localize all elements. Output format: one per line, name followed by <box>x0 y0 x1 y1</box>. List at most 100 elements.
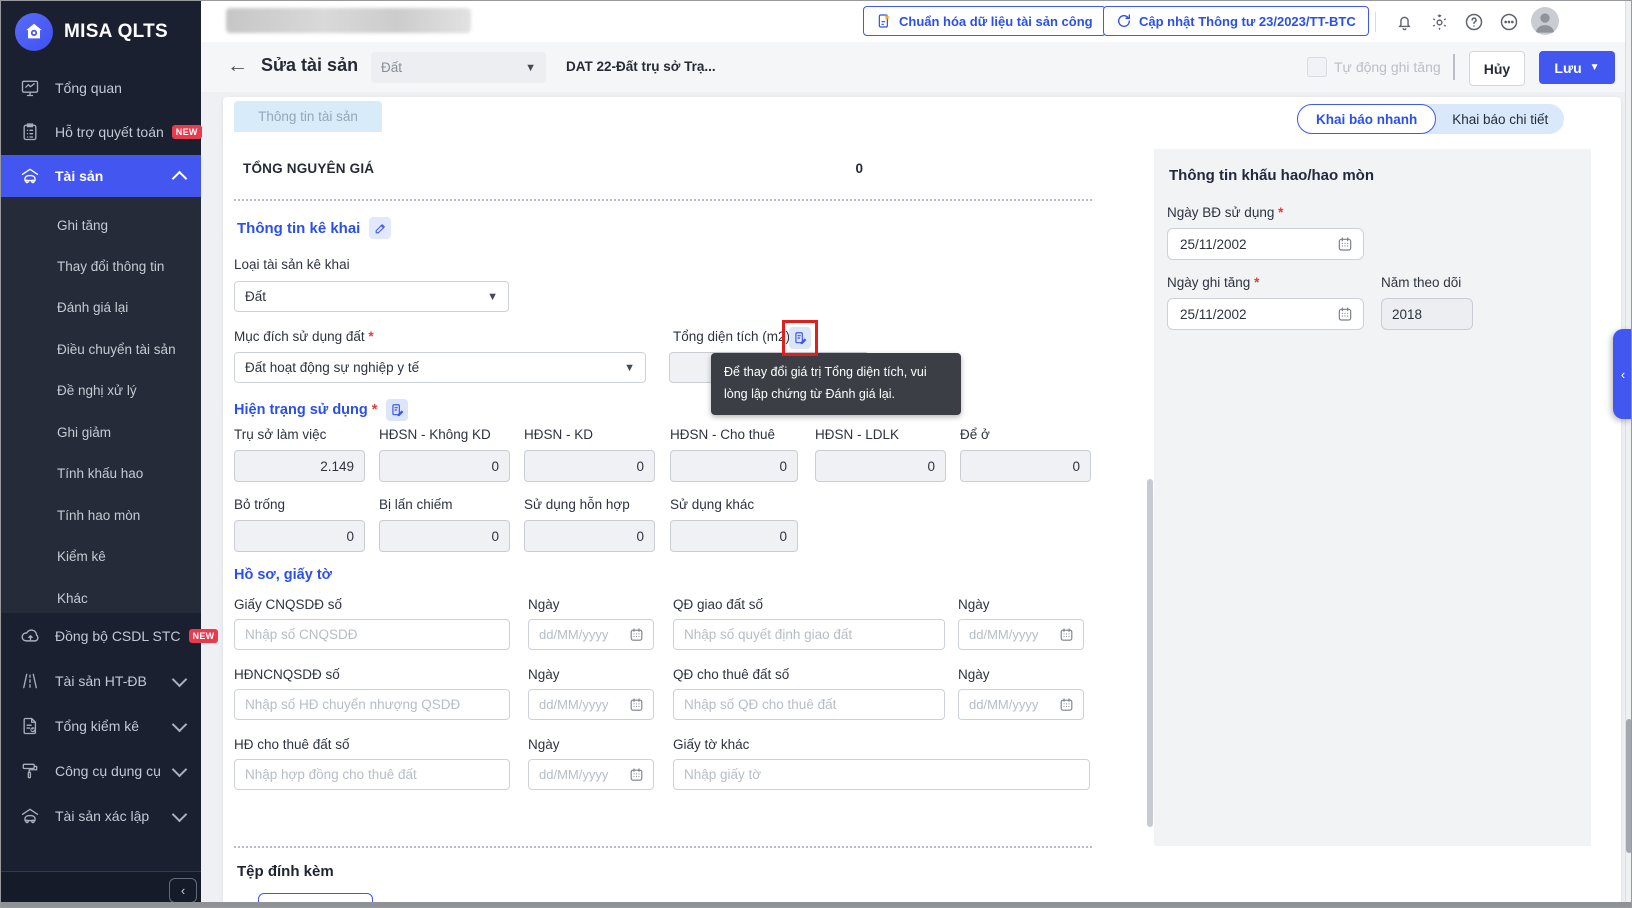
land-lease-decision-input[interactable] <box>673 689 945 720</box>
cnqsdd-number-input[interactable] <box>234 619 510 650</box>
doc-label: Giấy tờ khác <box>673 737 750 752</box>
update-circular-button[interactable]: Cập nhật Thông tư 23/2023/TT-BTC <box>1103 6 1369 36</box>
area-tooltip: Để thay đổi giá trị Tổng diện tích, vui … <box>711 353 961 415</box>
doc-label: QĐ cho thuê đất số <box>673 667 790 682</box>
usage-label: Trụ sở làm việc <box>234 427 327 442</box>
add-attachment-button[interactable] <box>258 893 373 902</box>
page-scrollbar-thumb[interactable] <box>1626 719 1631 853</box>
submenu-item-khac[interactable]: Khác <box>1 578 201 619</box>
cancel-button[interactable]: Hủy <box>1469 51 1525 86</box>
usage-value-input: 0 <box>670 450 798 482</box>
new-badge: NEW <box>171 125 202 139</box>
header-divider <box>1375 12 1376 32</box>
transfer-contract-date-input[interactable] <box>537 696 629 713</box>
total-original-price-value: 0 <box>855 161 863 176</box>
settings-gear-icon[interactable] <box>1426 9 1452 35</box>
calendar-icon[interactable] <box>1059 697 1075 712</box>
land-assign-number-input[interactable] <box>673 619 945 650</box>
annotation-highlight-box <box>782 320 818 356</box>
submenu-item-ghi-tang[interactable]: Ghi tăng <box>1 205 201 246</box>
doc-label: Ngày <box>528 667 560 682</box>
sidebar-item-label: Tổng kiểm kê <box>55 718 140 734</box>
toolbar-divider <box>1453 54 1455 80</box>
sidebar-item-ho-tro-quyet-toan[interactable]: Hỗ trợ quyết toán NEW <box>1 111 202 153</box>
submenu-item-ghi-giam[interactable]: Ghi giảm <box>1 412 201 453</box>
sidebar-item-tong-kiem-ke[interactable]: Tổng kiểm kê <box>1 705 201 747</box>
start-use-date-input[interactable] <box>1178 235 1337 253</box>
calendar-icon[interactable] <box>629 627 645 642</box>
doc-label: HĐNCNQSDĐ số <box>234 667 340 682</box>
transfer-contract-number-input[interactable] <box>234 689 510 720</box>
submenu-item-dieu-chuyen-tai-san[interactable]: Điều chuyển tài sản <box>1 329 201 370</box>
help-icon[interactable] <box>1461 9 1487 35</box>
calendar-icon[interactable] <box>629 767 645 782</box>
submenu-item-tinh-khau-hao[interactable]: Tính khấu hao <box>1 453 201 494</box>
road-icon <box>19 670 41 692</box>
quick-declare-toggle[interactable]: Khai báo nhanh <box>1297 104 1437 134</box>
back-arrow-icon[interactable]: ← <box>227 54 248 78</box>
submenu-item-kiem-ke[interactable]: Kiểm kê <box>1 536 201 577</box>
transfer-contract-date-field <box>528 689 654 720</box>
asset-icon <box>19 805 41 827</box>
main-card: Thông tin tài sản Khai báo nhanh Khai bá… <box>223 97 1621 902</box>
cnqsdd-date-input[interactable] <box>537 626 629 643</box>
declaration-title: Thông tin kê khai <box>237 219 361 237</box>
calendar-icon[interactable] <box>629 697 645 712</box>
calendar-icon[interactable] <box>1337 236 1353 252</box>
tracking-year-label: Năm theo dõi <box>1381 275 1462 290</box>
land-purpose-dropdown[interactable]: Đất hoạt động sự nghiệp y tế ▼ <box>234 352 646 383</box>
land-assign-date-input[interactable] <box>967 626 1059 643</box>
usage-value-input: 2.149 <box>234 450 365 482</box>
sidebar-item-tong-quan[interactable]: Tổng quan <box>1 67 201 109</box>
land-assign-date-field <box>958 619 1084 650</box>
sidebar-item-dong-bo-csdl-stc[interactable]: Đồng bộ CSDL STC NEW <box>1 615 219 657</box>
asset-type-value: Đất <box>381 60 403 75</box>
chevron-down-icon: ▼ <box>624 361 635 374</box>
document-edit-icon[interactable] <box>386 399 409 421</box>
submenu-item-tinh-hao-mon[interactable]: Tính hao mòn <box>1 495 201 536</box>
new-badge: NEW <box>188 629 219 643</box>
submenu-item-danh-gia-lai[interactable]: Đánh giá lại <box>1 287 201 328</box>
sidebar-item-tai-san-xac-lap[interactable]: Tài sản xác lập <box>1 795 201 837</box>
calendar-icon[interactable] <box>1059 627 1075 642</box>
tracking-year-input: 2018 <box>1381 298 1473 330</box>
doc-label: Giấy CNQSDĐ số <box>234 597 343 612</box>
update-circular-label: Cập nhật Thông tư 23/2023/TT-BTC <box>1139 13 1356 29</box>
lease-contract-date-input[interactable] <box>537 766 629 783</box>
sidebar-item-tai-san[interactable]: Tài sản <box>1 155 201 197</box>
calendar-icon[interactable] <box>1337 306 1353 322</box>
increase-date-input[interactable] <box>1178 305 1337 323</box>
asset-type-dropdown[interactable]: Đất ▼ <box>371 52 546 83</box>
save-button[interactable]: Lưu ▼ <box>1539 51 1615 84</box>
land-lease-decision-date-input[interactable] <box>967 696 1059 713</box>
sidebar-item-tai-san-ht-db[interactable]: Tài sản HT-ĐB <box>1 660 201 702</box>
sidebar-item-cong-cu-dung-cu[interactable]: Công cụ dụng cụ <box>1 750 201 792</box>
more-options-icon[interactable] <box>1496 9 1522 35</box>
edit-pencil-icon[interactable] <box>369 217 392 239</box>
asset-code: DAT 22-Đất trụ sở Trạ... <box>566 59 716 74</box>
usage-value-input: 0 <box>379 450 510 482</box>
panel-collapse-handle[interactable]: ‹ <box>1613 329 1631 419</box>
sidebar-collapse-button[interactable]: ‹ <box>169 878 197 903</box>
user-avatar[interactable] <box>1531 7 1559 35</box>
app-logo[interactable]: MISA QLTS <box>1 9 201 55</box>
increase-date-field <box>1167 298 1364 330</box>
auto-increase-checkbox[interactable] <box>1307 57 1327 77</box>
notification-bell-icon[interactable] <box>1391 9 1417 35</box>
form-scrollbar[interactable] <box>1147 479 1153 827</box>
app-window: MISA QLTS Tổng quan Hỗ trợ quyết toán NE… <box>0 0 1632 908</box>
detail-declare-toggle[interactable]: Khai báo chi tiết <box>1436 112 1564 127</box>
tab-thong-tin-tai-san[interactable]: Thông tin tài sản <box>234 101 382 132</box>
usage-value-input: 0 <box>960 450 1091 482</box>
normalize-data-button[interactable]: Chuẩn hóa dữ liệu tài sản công <box>863 6 1106 36</box>
submenu-item-thay-doi-thong-tin[interactable]: Thay đổi thông tin <box>1 246 201 287</box>
submenu-item-de-nghi-xu-ly[interactable]: Đề nghị xử lý <box>1 370 201 411</box>
document-edit-icon[interactable] <box>789 327 811 349</box>
asset-declare-type-dropdown[interactable]: Đất ▼ <box>234 281 509 312</box>
chevron-down-icon: ▼ <box>487 290 498 303</box>
usage-section-heading: Hiện trạng sử dụng <box>234 399 409 421</box>
lease-contract-number-input[interactable] <box>234 759 510 790</box>
other-papers-input[interactable] <box>673 759 1090 790</box>
depreciation-heading: Thông tin khấu hao/hao mòn <box>1169 167 1374 184</box>
sidebar-item-label: Hỗ trợ quyết toán <box>55 124 164 140</box>
